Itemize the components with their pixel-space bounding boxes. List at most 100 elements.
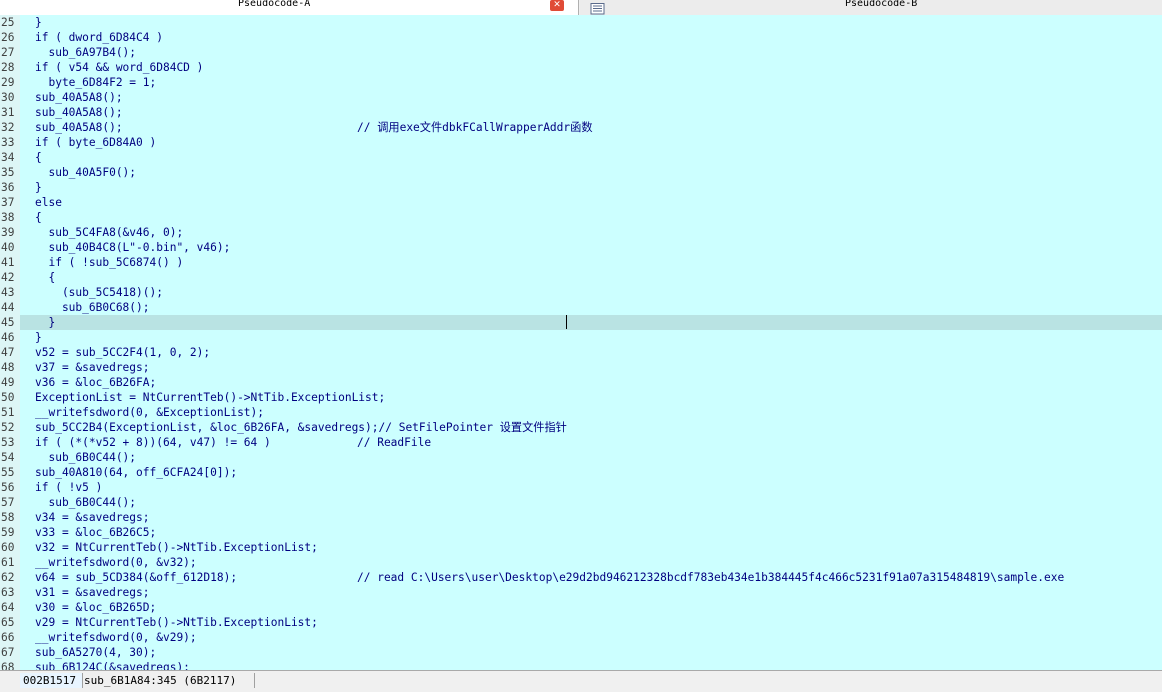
code-text: v37 = &savedregs; xyxy=(35,361,150,374)
code-line[interactable]: 29 byte_6D84F2 = 1; xyxy=(0,75,1162,90)
line-number: 49 xyxy=(0,375,20,390)
line-number: 59 xyxy=(0,525,20,540)
status-location: sub_6B1A84:345 (6B2117) xyxy=(81,673,255,688)
line-number: 55 xyxy=(0,465,20,480)
code-text: v31 = &savedregs; xyxy=(35,586,150,599)
code-line[interactable]: 36} xyxy=(0,180,1162,195)
code-text: sub_5CC2B4(ExceptionList, &loc_6B26FA, &… xyxy=(35,421,567,434)
code-line[interactable]: 41 if ( !sub_5C6874() ) xyxy=(0,255,1162,270)
code-line[interactable]: 58 v34 = &savedregs; xyxy=(0,510,1162,525)
line-number: 39 xyxy=(0,225,20,240)
tab-pseudocode-b[interactable]: Pseudocode-B xyxy=(580,0,1162,15)
code-line[interactable]: 65 v29 = NtCurrentTeb()->NtTib.ExceptionL… xyxy=(0,615,1162,630)
line-number: 54 xyxy=(0,450,20,465)
code-text: if ( v54 && word_6D84CD ) xyxy=(35,61,204,74)
line-number: 29 xyxy=(0,75,20,90)
code-line[interactable]: 25} xyxy=(0,15,1162,30)
code-line[interactable]: 61 __writefsdword(0, &v32); xyxy=(0,555,1162,570)
line-number: 51 xyxy=(0,405,20,420)
code-line[interactable]: 49 v36 = &loc_6B26FA; xyxy=(0,375,1162,390)
code-text: sub_40B4C8(L"-0.bin", v46); xyxy=(35,241,231,254)
code-line[interactable]: 60 v32 = NtCurrentTeb()->NtTib.ExceptionL… xyxy=(0,540,1162,555)
code-line[interactable]: 37 else xyxy=(0,195,1162,210)
code-line[interactable]: 33 if ( byte_6D84A0 ) xyxy=(0,135,1162,150)
line-number: 34 xyxy=(0,150,20,165)
line-number: 56 xyxy=(0,480,20,495)
text-caret xyxy=(566,315,567,329)
close-icon[interactable]: ✕ xyxy=(550,0,564,11)
line-number: 48 xyxy=(0,360,20,375)
code-line[interactable]: 64 v30 = &loc_6B265D; xyxy=(0,600,1162,615)
code-line[interactable]: 30 sub_40A5A8(); xyxy=(0,90,1162,105)
code-line[interactable]: 56 if ( !v5 ) xyxy=(0,480,1162,495)
code-line[interactable]: 28 if ( v54 && word_6D84CD ) xyxy=(0,60,1162,75)
code-line[interactable]: 63 v31 = &savedregs; xyxy=(0,585,1162,600)
code-text: if ( !sub_5C6874() ) xyxy=(35,256,184,269)
code-text: sub_6B0C44(); xyxy=(35,451,137,464)
code-line[interactable]: 26 if ( dword_6D84C4 ) xyxy=(0,30,1162,45)
code-line[interactable]: 32 sub_40A5A8(); // 调用exe文件dbkFCallWrapper… xyxy=(0,120,1162,135)
code-line[interactable]: 31 sub_40A5A8(); xyxy=(0,105,1162,120)
code-text: v33 = &loc_6B26C5; xyxy=(35,526,157,539)
code-line[interactable]: 67 sub_6A5270(4, 30); xyxy=(0,645,1162,660)
code-line[interactable]: 45 } xyxy=(0,315,1162,330)
code-line[interactable]: 52 sub_5CC2B4(ExceptionList, &loc_6B26FA,… xyxy=(0,420,1162,435)
document-icon xyxy=(590,0,606,15)
code-text: sub_6B0C44(); xyxy=(35,496,137,509)
line-number: 64 xyxy=(0,600,20,615)
code-line[interactable]: 35 sub_40A5F0(); xyxy=(0,165,1162,180)
code-text: sub_6B124C(&savedregs); xyxy=(35,661,190,670)
code-text: v36 = &loc_6B26FA; xyxy=(35,376,157,389)
pseudocode-view[interactable]: 25} 26 if ( dword_6D84C4 ) 27 sub_6A97B4();… xyxy=(0,15,1162,670)
line-number: 36 xyxy=(0,180,20,195)
code-text: } xyxy=(35,331,42,344)
line-number: 65 xyxy=(0,615,20,630)
code-line[interactable]: 43 (sub_5C5418)(); xyxy=(0,285,1162,300)
code-line[interactable]: 34 { xyxy=(0,150,1162,165)
code-line[interactable]: 57 sub_6B0C44(); xyxy=(0,495,1162,510)
code-text: sub_40A5A8(); xyxy=(35,121,123,134)
code-text: } xyxy=(35,16,42,29)
code-line[interactable]: 50 ExceptionList = NtCurrentTeb()->NtTib.… xyxy=(0,390,1162,405)
code-line[interactable]: 42 { xyxy=(0,270,1162,285)
code-text: v52 = sub_5CC2F4(1, 0, 2); xyxy=(35,346,211,359)
line-number: 66 xyxy=(0,630,20,645)
line-number: 33 xyxy=(0,135,20,150)
code-line[interactable]: 53 if ( (*(*v52 + 8))(64, v47) != 64 ) // … xyxy=(0,435,1162,450)
code-text: if ( !v5 ) xyxy=(35,481,103,494)
code-line[interactable]: 44 sub_6B0C68(); xyxy=(0,300,1162,315)
code-line[interactable]: 66 __writefsdword(0, &v29); xyxy=(0,630,1162,645)
code-line[interactable]: 46} xyxy=(0,330,1162,345)
code-line[interactable]: 62 v64 = sub_5CD384(&off_612D18); // read … xyxy=(0,570,1162,585)
line-number: 30 xyxy=(0,90,20,105)
code-line[interactable]: 38 { xyxy=(0,210,1162,225)
code-text: sub_40A810(64, off_6CFA24[0]); xyxy=(35,466,238,479)
line-number: 44 xyxy=(0,300,20,315)
code-line[interactable]: 47 v52 = sub_5CC2F4(1, 0, 2); xyxy=(0,345,1162,360)
line-number: 43 xyxy=(0,285,20,300)
line-number: 47 xyxy=(0,345,20,360)
status-address: 002B1517 xyxy=(20,673,83,688)
code-line[interactable]: 27 sub_6A97B4(); xyxy=(0,45,1162,60)
code-line[interactable]: 40 sub_40B4C8(L"-0.bin", v46); xyxy=(0,240,1162,255)
line-number: 68 xyxy=(0,660,20,670)
code-line[interactable]: 48 v37 = &savedregs; xyxy=(0,360,1162,375)
code-line[interactable]: 59 v33 = &loc_6B26C5; xyxy=(0,525,1162,540)
code-line[interactable]: 39 sub_5C4FA8(&v46, 0); xyxy=(0,225,1162,240)
code-line[interactable]: 68 sub_6B124C(&savedregs); xyxy=(0,660,1162,670)
code-text: { xyxy=(35,271,56,284)
code-text: v29 = NtCurrentTeb()->NtTib.ExceptionLis… xyxy=(35,616,318,629)
line-number: 53 xyxy=(0,435,20,450)
code-comment: // ReadFile xyxy=(357,436,432,449)
code-line[interactable]: 55 sub_40A810(64, off_6CFA24[0]); xyxy=(0,465,1162,480)
line-number: 40 xyxy=(0,240,20,255)
tab-pseudocode-a[interactable]: Pseudocode-A ✕ xyxy=(0,0,579,15)
code-text: } xyxy=(35,181,42,194)
line-number: 35 xyxy=(0,165,20,180)
code-text: sub_6A5270(4, 30); xyxy=(35,646,157,659)
line-number: 50 xyxy=(0,390,20,405)
code-text: sub_6A97B4(); xyxy=(35,46,137,59)
code-line[interactable]: 51 __writefsdword(0, &ExceptionList); xyxy=(0,405,1162,420)
line-number: 38 xyxy=(0,210,20,225)
code-line[interactable]: 54 sub_6B0C44(); xyxy=(0,450,1162,465)
